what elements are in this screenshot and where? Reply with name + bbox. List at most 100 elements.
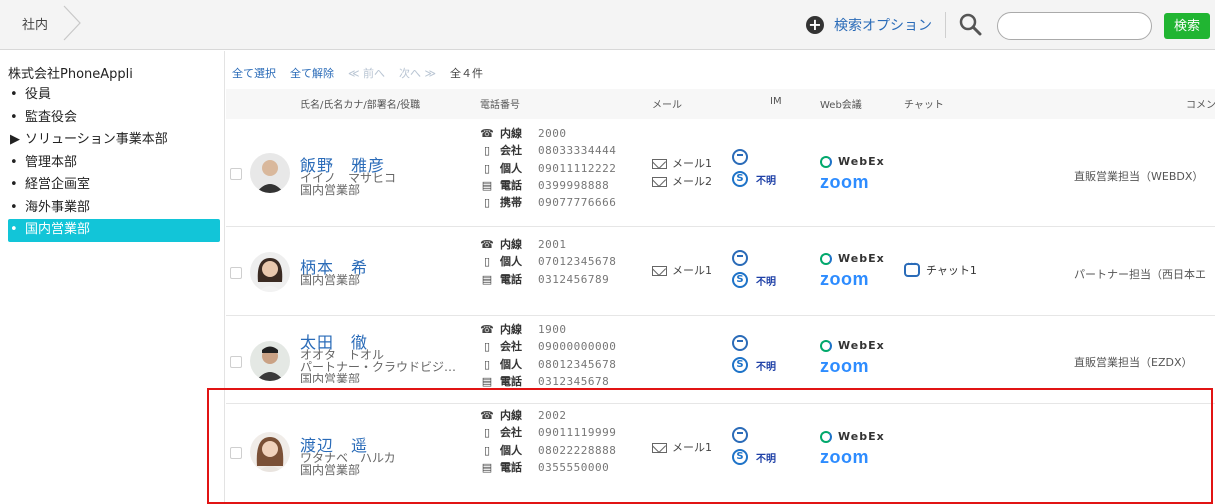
deselect-all-link[interactable]: 全て解除 [290,65,334,81]
webex-label[interactable]: WebEx [838,430,885,443]
chat-label[interactable]: チャット1 [926,262,977,278]
phone-entry[interactable]: ☎ 内線 2002 [480,407,616,424]
skype-icon[interactable]: S [732,272,748,288]
column-header-web-meeting[interactable]: Web会議 [820,96,862,111]
skype-status[interactable]: S 不明 [732,272,776,288]
webex-link[interactable]: WebEx [820,339,885,352]
mail-label[interactable]: メール1 [672,262,712,280]
sidebar-item-label[interactable]: 管理本部 [25,155,77,170]
sidebar-item-label[interactable]: 海外事業部 [25,200,90,215]
row-checkbox[interactable] [230,267,242,279]
chat-bubble-icon[interactable] [732,250,748,266]
search-options-link[interactable]: + 検索オプション [806,14,932,36]
skype-status[interactable]: S 不明 [732,357,776,373]
table-row[interactable]: 太田 徹 オオタ トオル パートナー・クラウドビジ… 国内営業部 ☎ 内線 1900… [226,317,1215,404]
phone-number[interactable]: 09011112222 [538,160,616,177]
sidebar-item-label[interactable]: ソリューション事業本部 [25,132,168,147]
mail-label[interactable]: メール1 [672,439,712,457]
phone-number[interactable]: 08012345678 [538,356,616,373]
phone-number[interactable]: 1900 [538,321,567,338]
breadcrumb-label[interactable]: 社内 [22,18,48,33]
prev-page-link[interactable]: ≪ 前へ [348,65,385,81]
phone-number[interactable]: 08022228888 [538,442,616,459]
column-header-phone[interactable]: 電話番号 [480,96,520,111]
search-input[interactable] [997,12,1152,40]
webex-label[interactable]: WebEx [838,252,885,265]
webex-label[interactable]: WebEx [838,339,885,352]
webex-link[interactable]: WebEx [820,155,885,168]
sidebar-item-overseas[interactable]: • 海外事業部 [8,197,222,220]
row-checkbox[interactable] [230,356,242,368]
sidebar-item-label[interactable]: 監査役会 [25,110,77,125]
phone-number[interactable]: 0312456789 [538,271,609,288]
sidebar-item-admin[interactable]: • 管理本部 [8,152,222,175]
column-header-chat[interactable]: チャット [904,96,944,111]
sidebar-item-label[interactable]: 国内営業部 [25,222,90,237]
phone-entry[interactable]: ▯ 個人 08012345678 [480,356,616,373]
zoom-link[interactable]: zoom [820,447,885,468]
skype-icon[interactable]: S [732,357,748,373]
search-button[interactable]: 検索 [1164,13,1210,39]
webex-label[interactable]: WebEx [838,155,885,168]
plus-circle-icon[interactable]: + [806,16,824,34]
skype-icon[interactable]: S [732,449,748,465]
skype-status[interactable]: S 不明 [732,449,776,465]
column-header-comment[interactable]: コメン [1186,96,1215,111]
chat-link[interactable]: チャット1 [904,259,977,278]
zoom-link[interactable]: zoom [820,269,885,290]
sidebar-item-domestic-sales[interactable]: • 国内営業部 [8,219,220,242]
table-row[interactable]: 柄本 希 国内営業部 ☎ 内線 2001 ▯ 個人 07012345678 ▤ 電話 031… [226,228,1215,316]
skype-status[interactable]: S 不明 [732,171,776,187]
sidebar-item-label[interactable]: 役員 [25,87,51,102]
webex-link[interactable]: WebEx [820,430,885,443]
phone-entry[interactable]: ☎ 内線 2001 [480,236,616,253]
search-icon[interactable] [958,12,982,36]
skype-icon[interactable]: S [732,171,748,187]
row-checkbox[interactable] [230,447,242,459]
phone-entry[interactable]: ▯ 個人 07012345678 [480,253,616,270]
mail-link[interactable]: メール2 [652,173,712,191]
chat-bubble-icon[interactable] [732,427,748,443]
sidebar-item-label[interactable]: 経営企画室 [25,177,90,192]
phone-number[interactable]: 07012345678 [538,253,616,270]
mail-label[interactable]: メール1 [672,155,712,173]
zoom-link[interactable]: zoom [820,172,885,193]
phone-entry[interactable]: ☎ 内線 1900 [480,321,616,338]
mail-link[interactable]: メール1 [652,155,712,173]
mail-link[interactable]: メール1 [652,262,712,280]
search-options-label[interactable]: 検索オプション [834,15,932,35]
zoom-link[interactable]: zoom [820,356,885,377]
phone-number[interactable]: 08033334444 [538,142,616,159]
sidebar-item-planning[interactable]: • 経営企画室 [8,174,222,197]
phone-number[interactable]: 09000000000 [538,338,616,355]
select-all-link[interactable]: 全て選択 [232,65,276,81]
phone-entry[interactable]: ▯ 会社 09011119999 [480,424,616,441]
phone-number[interactable]: 0312345678 [538,373,609,390]
mail-label[interactable]: メール2 [672,173,712,191]
chat-bubble-icon[interactable] [732,149,748,165]
webex-link[interactable]: WebEx [820,252,885,265]
table-row[interactable]: 飯野 雅彦 イイノ マサヒコ 国内営業部 ☎ 内線 2000 ▯ 会社 08033334… [226,121,1215,227]
phone-entry[interactable]: ▤ 電話 0312456789 [480,271,616,288]
sidebar-item-officers[interactable]: • 役員 [8,84,222,107]
sidebar-item-solutions[interactable]: ▶ ソリューション事業本部 [8,129,222,152]
expand-triangle-icon[interactable]: ▶ [10,129,25,152]
phone-entry[interactable]: ▯ 個人 09011112222 [480,160,616,177]
phone-entry[interactable]: ▯ 携帯 09077776666 [480,194,616,211]
phone-entry[interactable]: ▤ 電話 0312345678 [480,373,616,390]
row-checkbox[interactable] [230,168,242,180]
column-header-mail[interactable]: メール [652,96,682,111]
phone-entry[interactable]: ☎ 内線 2000 [480,125,616,142]
phone-number[interactable]: 2002 [538,407,567,424]
chat-bubble-icon[interactable] [732,335,748,351]
table-row[interactable]: 渡辺 遥 ワタナベ ハルカ 国内営業部 ☎ 内線 2002 ▯ 会社 090111199… [226,405,1215,504]
phone-entry[interactable]: ▤ 電話 0399998888 [480,177,616,194]
column-header-im[interactable]: IM [770,96,782,107]
phone-number[interactable]: 0399998888 [538,177,609,194]
phone-entry[interactable]: ▯ 会社 09000000000 [480,338,616,355]
phone-entry[interactable]: ▯ 会社 08033334444 [480,142,616,159]
sidebar-item-auditors[interactable]: • 監査役会 [8,107,222,130]
phone-entry[interactable]: ▤ 電話 0355550000 [480,459,616,476]
column-header-name[interactable]: 氏名/氏名カナ/部署名/役職 [300,96,420,111]
company-name[interactable]: 株式会社PhoneAppli [8,63,133,82]
